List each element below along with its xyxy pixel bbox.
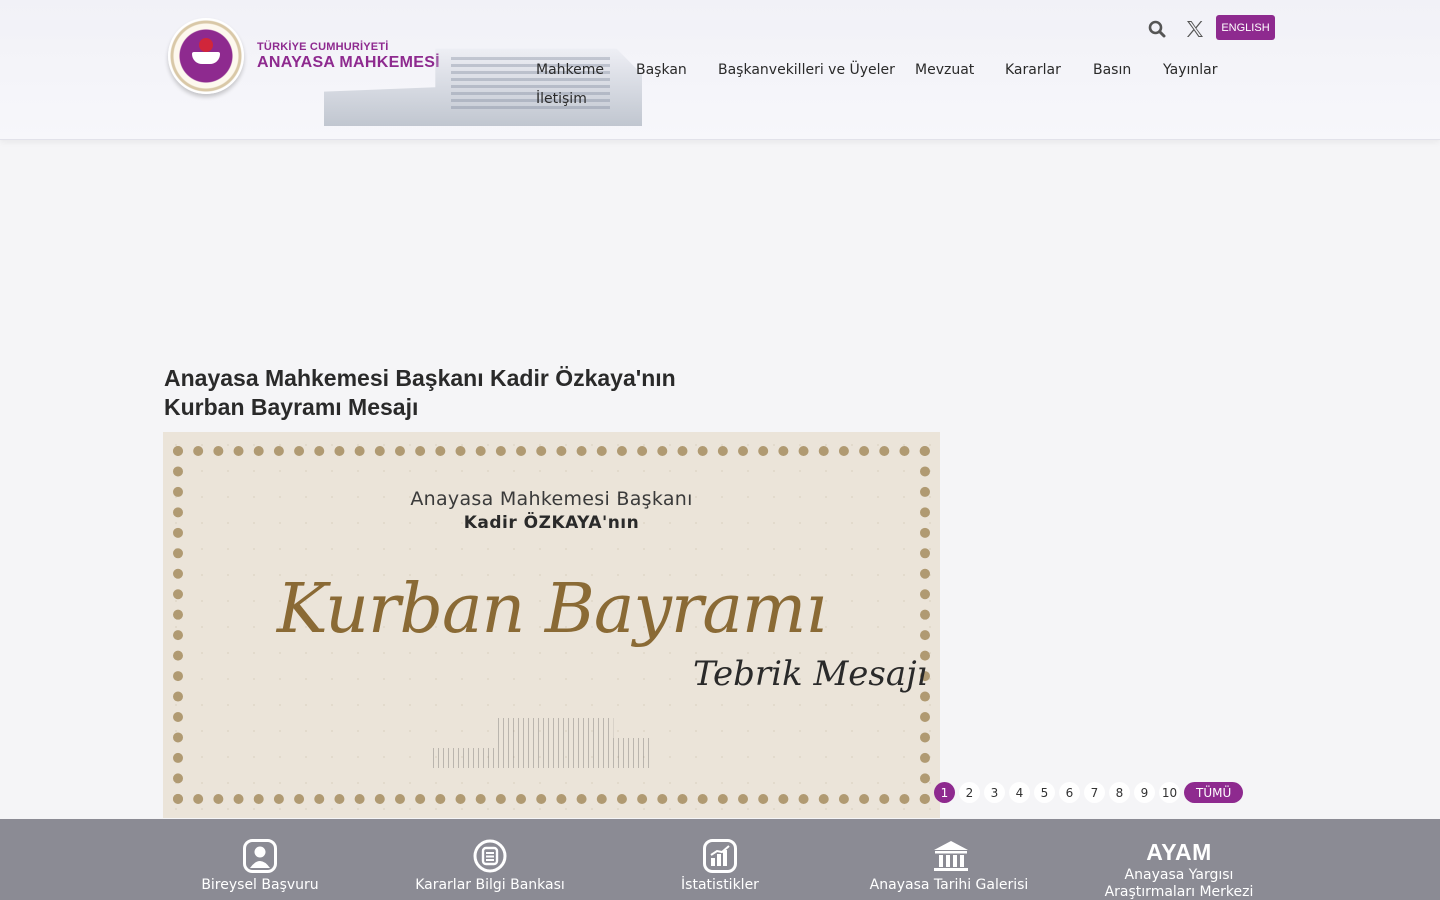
nav-mevzuat[interactable]: Mevzuat <box>915 62 974 78</box>
quick-links-bar: Bireysel Başvuru Kararlar Bilgi Bankası … <box>0 819 1440 900</box>
english-language-button[interactable]: ENGLISH <box>1216 15 1275 40</box>
nav-kararlar[interactable]: Kararlar <box>1005 62 1061 78</box>
nav-baskanvekilleri[interactable]: Başkanvekilleri ve Üyeler <box>718 62 895 78</box>
court-seal-logo[interactable] <box>168 18 244 94</box>
hero-script-subtitle: Tebrik Mesajı <box>693 654 928 694</box>
crescent-emblem-icon <box>199 38 213 52</box>
page-8[interactable]: 8 <box>1109 782 1130 803</box>
open-book-emblem-icon <box>192 52 220 64</box>
search-icon[interactable] <box>1146 18 1168 40</box>
page-7[interactable]: 7 <box>1084 782 1105 803</box>
all-slides-button[interactable]: TÜMÜ <box>1184 782 1244 803</box>
page-2[interactable]: 2 <box>959 782 980 803</box>
hero-text-line1: Anayasa Mahkemesi Başkanı <box>410 488 693 510</box>
quick-link-label: İstatistikler <box>681 877 759 893</box>
page-9[interactable]: 9 <box>1134 782 1155 803</box>
org-name-top[interactable]: TÜRKİYE CUMHURİYETİ <box>257 41 389 53</box>
site-header: TÜRKİYE CUMHURİYETİ ANAYASA MAHKEMESİ EN… <box>0 0 1440 140</box>
quick-link-label: Anayasa Yargısı Araştırmaları Merkezi <box>1104 867 1254 900</box>
org-name-main[interactable]: ANAYASA MAHKEMESİ <box>257 54 440 72</box>
hero-slide-image[interactable]: Anayasa Mahkemesi Başkanı Kadir ÖZKAYA'n… <box>163 432 940 818</box>
page-5[interactable]: 5 <box>1034 782 1055 803</box>
ayam-logo: AYAM <box>1146 839 1212 865</box>
nav-yayinlar[interactable]: Yayınlar <box>1163 62 1217 78</box>
bar-chart-icon <box>703 839 737 873</box>
nav-basin[interactable]: Basın <box>1093 62 1131 78</box>
nav-mahkeme[interactable]: Mahkeme <box>536 62 604 78</box>
quick-link-label: Bireysel Başvuru <box>201 877 319 893</box>
article-title-line1: Anayasa Mahkemesi Başkanı Kadir Özkaya'n… <box>164 365 676 391</box>
quick-link-bireysel-basvuru[interactable]: Bireysel Başvuru <box>145 819 375 900</box>
page-10[interactable]: 10 <box>1159 782 1180 803</box>
quick-link-kararlar-bilgi-bankasi[interactable]: Kararlar Bilgi Bankası <box>375 819 605 900</box>
courthouse-icon <box>932 839 968 873</box>
quick-link-label: Kararlar Bilgi Bankası <box>415 877 565 893</box>
document-list-icon <box>473 839 507 873</box>
hero-text-line2: Kadir ÖZKAYA'nın <box>463 513 640 533</box>
article-title-line2: Kurban Bayramı Mesajı <box>164 394 419 420</box>
page-1[interactable]: 1 <box>934 782 955 803</box>
quick-link-label: Anayasa Tarihi Galerisi <box>869 877 1029 893</box>
nav-baskan[interactable]: Başkan <box>636 62 687 78</box>
page-3[interactable]: 3 <box>984 782 1005 803</box>
hero-script-title: Kurban Bayramı <box>276 570 827 649</box>
nav-iletisim[interactable]: İletişim <box>536 91 587 107</box>
page-4[interactable]: 4 <box>1009 782 1030 803</box>
page-6[interactable]: 6 <box>1059 782 1080 803</box>
x-twitter-icon[interactable] <box>1183 17 1207 41</box>
article-title[interactable]: Anayasa Mahkemesi Başkanı Kadir Özkaya'n… <box>164 364 764 422</box>
quick-link-anayasa-tarihi-galerisi[interactable]: Anayasa Tarihi Galerisi <box>834 819 1064 900</box>
user-portrait-icon <box>243 839 277 873</box>
slide-pagination: 1 2 3 4 5 6 7 8 9 10 TÜMÜ <box>934 782 1244 803</box>
quick-link-istatistikler[interactable]: İstatistikler <box>605 819 835 900</box>
quick-link-ayam[interactable]: AYAM Anayasa Yargısı Araştırmaları Merke… <box>1064 819 1294 900</box>
